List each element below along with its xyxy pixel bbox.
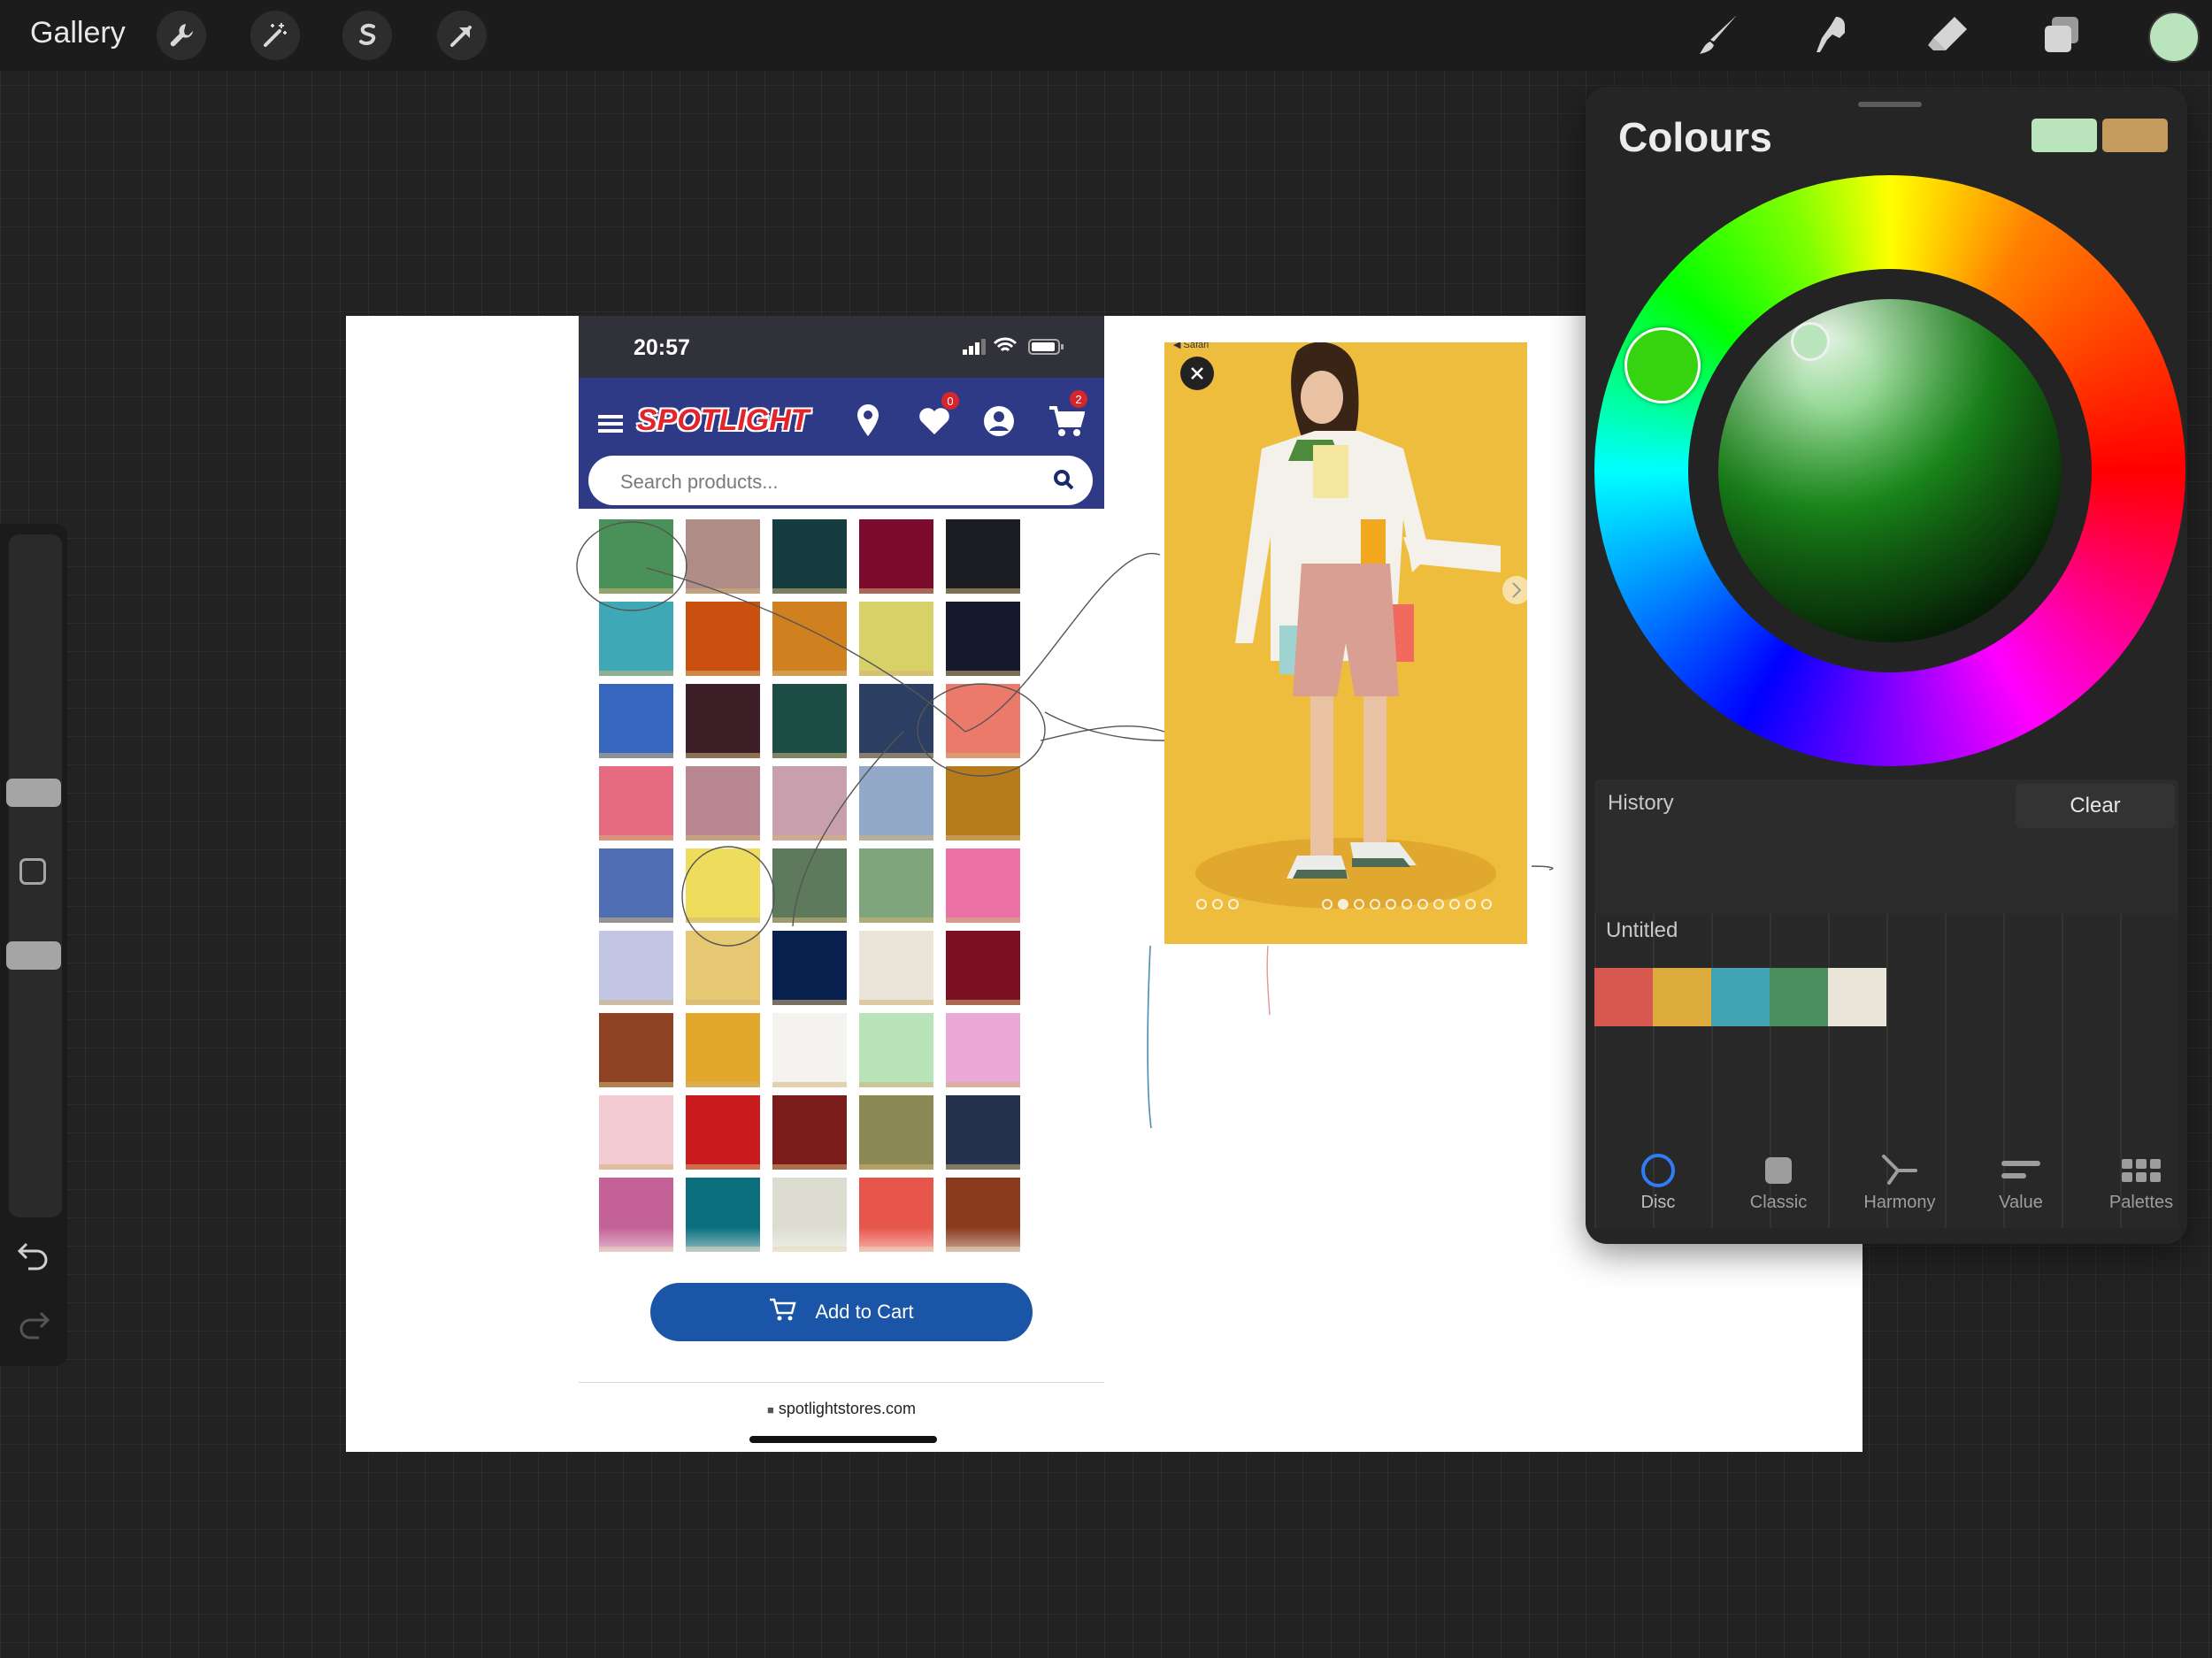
panel-grabber[interactable]	[1858, 102, 1922, 107]
palette-swatch[interactable]	[1770, 968, 1828, 1026]
wrench-icon[interactable]	[157, 11, 206, 60]
palette-name[interactable]: Untitled	[1606, 918, 1678, 943]
undo-icon[interactable]	[16, 1239, 51, 1275]
magic-wand-icon[interactable]	[250, 11, 300, 60]
primary-colour-swatch[interactable]	[2032, 119, 2097, 152]
opacity-slider-thumb[interactable]	[6, 941, 61, 970]
tab-harmony[interactable]: Harmony	[1847, 1148, 1953, 1213]
hue-knob[interactable]	[1624, 327, 1701, 403]
colours-title: Colours	[1618, 114, 1772, 160]
value-sliders-icon	[1968, 1148, 2074, 1193]
disc-icon	[1605, 1148, 1711, 1193]
transform-arrow-icon[interactable]	[437, 11, 487, 60]
colours-panel: Colours History Clear Untitled Disc Clas…	[1586, 87, 2187, 1244]
secondary-colour-swatch[interactable]	[2102, 119, 2168, 152]
redo-icon[interactable]	[16, 1308, 51, 1344]
smudge-icon[interactable]	[1807, 9, 1860, 62]
tab-value[interactable]: Value	[1968, 1148, 2074, 1213]
current-color-button[interactable]	[2148, 12, 2200, 63]
tab-value-label: Value	[1999, 1193, 2043, 1212]
harmony-icon	[1847, 1148, 1953, 1193]
selection-icon[interactable]	[342, 11, 392, 60]
palette-swatch-row	[1594, 968, 2178, 1026]
tab-classic[interactable]: Classic	[1725, 1148, 1832, 1213]
brush-icon[interactable]	[1692, 9, 1745, 62]
saturation-knob[interactable]	[1791, 322, 1830, 361]
tab-classic-label: Classic	[1749, 1193, 1808, 1212]
clear-history-button[interactable]: Clear	[2016, 784, 2175, 828]
saturation-brightness-disc[interactable]	[1718, 299, 2062, 642]
brush-size-slider-thumb[interactable]	[6, 779, 61, 807]
palette-swatch[interactable]	[1594, 968, 1653, 1026]
palette-swatch[interactable]	[1711, 968, 1770, 1026]
palette-swatch[interactable]	[1828, 968, 1886, 1026]
palettes-grid-icon	[2088, 1148, 2194, 1193]
tab-disc[interactable]: Disc	[1605, 1148, 1711, 1213]
history-label: History	[1608, 791, 1674, 815]
modify-button[interactable]	[19, 858, 46, 885]
palette-swatch[interactable]	[1653, 968, 1711, 1026]
eraser-icon[interactable]	[1922, 9, 1975, 62]
classic-square-icon	[1725, 1148, 1832, 1193]
tab-harmony-label: Harmony	[1863, 1193, 1936, 1212]
tab-palettes[interactable]: Palettes	[2088, 1148, 2194, 1213]
layers-icon[interactable]	[2035, 9, 2088, 62]
gallery-button[interactable]: Gallery	[30, 16, 126, 50]
tab-palettes-label: Palettes	[2108, 1193, 2174, 1212]
tab-disc-label: Disc	[1640, 1193, 1676, 1212]
top-toolbar	[0, 0, 2212, 71]
